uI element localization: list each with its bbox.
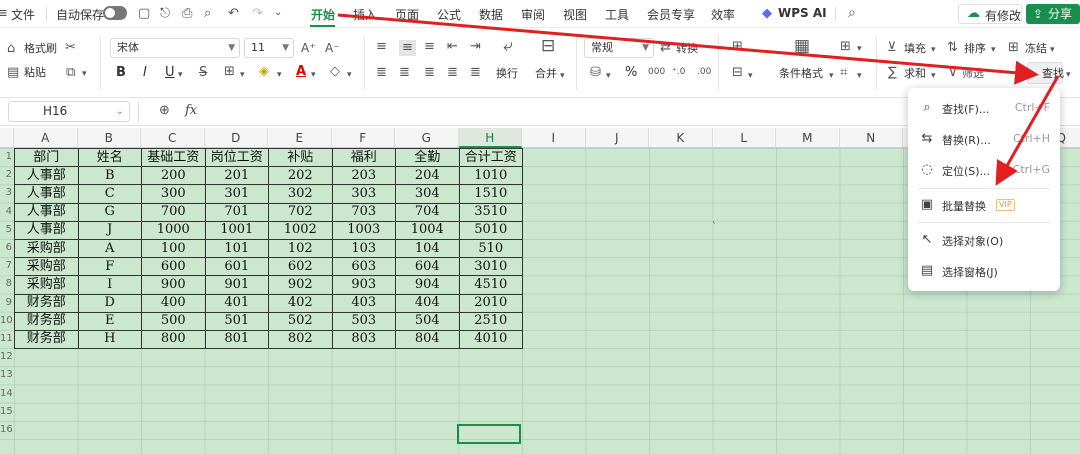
annotation-arrows [337, 13, 1060, 186]
arrow-to-locate-item [995, 75, 1060, 186]
arrow-to-find-button [337, 13, 1039, 85]
